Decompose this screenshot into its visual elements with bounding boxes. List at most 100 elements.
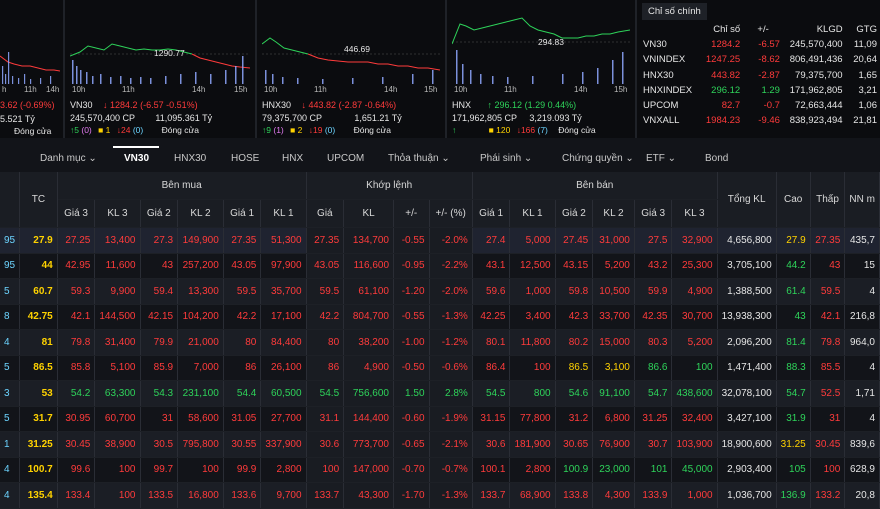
col-ask-vol-2[interactable]: KL 2 [592,199,635,228]
col-bid-price-3[interactable]: Giá 3 [57,199,96,228]
mini-change: (1.29 0.44%) [524,100,577,110]
col-ref[interactable]: TC [19,172,58,228]
tab-vn30[interactable]: VN30 [124,150,149,168]
symbol-cell[interactable]: 8 [0,304,21,330]
mini-chart-vnindex[interactable]: h 11h 14h 3.62 (-0.69%) 5.521 Tỷ Đóng cử… [0,0,62,138]
col-bid-vol-1[interactable]: KL 1 [260,199,307,228]
tab-etf[interactable]: ETF ⌄ [646,150,676,168]
cell-nn-m: 628,9 [844,457,880,483]
col-low[interactable]: Thấp [810,172,846,228]
index-row[interactable]: HNXINDEX 296.12 1.29 171,962,805 3,21 [640,83,880,98]
col-bid-vol-3[interactable]: KL 3 [94,199,141,228]
tab-negotiated[interactable]: Thỏa thuận ⌄ [388,150,450,168]
symbol-cell[interactable]: 95 [0,253,21,279]
mini-chart-hnx[interactable]: 294.83 10h 11h 14h 15h HNX ↑ 296.12 (1.2… [448,0,634,138]
cell-gi-: 59.5 [306,278,345,305]
cell-kl: 804,700 [343,304,394,330]
mini-decliners: ↓166 [516,125,536,135]
col-match-vol[interactable]: KL [343,199,394,228]
mini-chart-hnx30[interactable]: 446.69 10h 11h 14h 15h HNX30 ↓ 443.82 (-… [258,0,444,138]
col-change-pct[interactable]: +/- (%) [429,199,473,228]
tab-hnx[interactable]: HNX [282,150,303,168]
index-row[interactable]: UPCOM 82.7 -0.7 72,663,444 1,06 [640,98,880,113]
cell-cao: 44.2 [776,253,811,279]
tab-hnx30[interactable]: HNX30 [174,150,206,168]
table-row[interactable]: 3 53 54.2 63,300 54.3 231,100 54.4 60,500 54.5 75… [0,380,880,407]
price-board: TC Bên mua Khớp lệnh Bên bán Tổng KL Cao… [0,172,880,509]
cell-t-ng-kl: 13,938,300 [717,304,777,330]
cell-tc: 81 [19,329,58,356]
mini-chart-vn30[interactable]: 1290.77 10h 11h 14h 15h VN30 ↓ 1284.2 (-… [66,0,254,138]
index-row[interactable]: VN30 1284.2 -6.57 245,570,400 11,09 [640,37,880,52]
cell--: -1.2% [429,329,473,356]
symbol-cell[interactable]: 95 [0,227,21,254]
cell-gi-: 27.35 [306,227,345,254]
mini-name: HNX30 [262,100,292,110]
tab-main-indices[interactable]: Chỉ số chính [642,3,707,20]
symbol-cell[interactable]: 4 [0,329,21,356]
cell-cao: 31.25 [776,431,811,458]
table-row[interactable]: 95 27.9 27.25 13,400 27.3 149,900 27.35 51,300 2… [0,227,880,254]
table-row[interactable]: 5 60.7 59.3 9,900 59.4 13,300 59.5 35,700 59.5 61… [0,278,880,305]
col-ask-price-1[interactable]: Giá 1 [472,199,511,228]
table-row[interactable]: 4 135.4 133.4 100 133.5 16,800 133.6 9,700 133.7… [0,482,880,509]
tab-watchlist[interactable]: Danh mục ⌄ [40,150,97,168]
cell-kl-3: 100 [94,457,141,483]
table-row[interactable]: 1 31.25 30.45 38,900 30.5 795,800 30.55 337,900… [0,431,880,458]
col-change[interactable]: +/- [393,199,430,228]
symbol-cell[interactable]: 5 [0,355,21,381]
cell-gi-3: 85.8 [57,355,96,381]
symbol-cell[interactable]: 4 [0,482,21,509]
symbol-cell[interactable]: 1 [0,431,21,458]
col-bid-price-1[interactable]: Giá 1 [223,199,262,228]
cell-cao: 136.9 [776,482,811,509]
table-row[interactable]: 4 81 79.8 31,400 79.9 21,000 80 84,400 80 38,200-… [0,329,880,356]
col-ask-vol-1[interactable]: KL 1 [509,199,556,228]
mini-status: Đóng cửa [353,125,391,135]
symbol-cell[interactable]: 5 [0,406,21,432]
table-row[interactable]: 4 100.7 99.6 100 99.7 100 99.9 2,800 100 147,000-… [0,457,880,483]
cell--: -0.55 [393,227,430,254]
col-ask-price-3[interactable]: Giá 3 [634,199,673,228]
tab-warrants[interactable]: Chứng quyền ⌄ [562,150,634,168]
cell--: -1.00 [393,329,430,356]
symbol-cell[interactable]: 4 [0,457,21,483]
col-bid-price-2[interactable]: Giá 2 [140,199,179,228]
table-row[interactable]: 5 31.7 30.95 60,700 31 58,600 31.05 27,700 31.1 1… [0,406,880,432]
index-row[interactable]: VNXALL 1984.23 -9.46 838,923,494 21,81 [640,113,880,128]
col-ask-price-2[interactable]: Giá 2 [555,199,594,228]
cell-gi-: 42.2 [306,304,345,330]
cell--: 2.8% [429,380,473,407]
index-row[interactable]: HNX30 443.82 -2.87 79,375,700 1,65 [640,68,880,83]
tab-bond[interactable]: Bond [705,150,728,168]
tab-hose[interactable]: HOSE [231,150,259,168]
cell-kl-3: 100 [671,355,718,381]
table-row[interactable]: 95 44 42.95 11,600 43 257,200 43.05 97,900 43.05… [0,253,880,279]
index-row[interactable]: VNINDEX 1247.25 -8.62 806,491,436 20,64 [640,52,880,67]
col-total-volume[interactable]: Tổng KL [717,172,777,228]
symbol-cell[interactable]: 5 [0,278,21,305]
col-foreign[interactable]: NN m [844,172,880,228]
cell-kl-3: 63,300 [94,380,141,407]
group-sell: Bên bán [472,172,718,200]
cell-kl-1: 35,700 [260,278,307,305]
col-high[interactable]: Cao [776,172,811,228]
col-ask-vol-3[interactable]: KL 3 [671,199,718,228]
symbol-cell[interactable]: 3 [0,380,21,407]
table-row[interactable]: 5 86.5 85.8 5,100 85.9 7,000 86 26,100 86 4,900 -0… [0,355,880,381]
cell--: -2.2% [429,253,473,279]
index-table: Chỉ số +/- KLGD GTG VN30 1284.2 -6.57 24… [640,22,880,128]
cell-kl-1: 1,000 [509,278,556,305]
mini-peak: 446.69 [344,44,370,54]
tab-upcom[interactable]: UPCOM [327,150,364,168]
cell-kl-2: 100 [177,457,224,483]
cell-cao: 27.9 [776,227,811,254]
mini-unchanged: ■ 2 [290,125,303,135]
col-bid-vol-2[interactable]: KL 2 [177,199,224,228]
col-match-price[interactable]: Giá [306,199,345,228]
cell--: -0.50 [393,355,430,381]
table-row[interactable]: 8 42.75 42.1 144,500 42.15 104,200 42.2 17,100 4… [0,304,880,330]
tab-derivatives[interactable]: Phái sinh ⌄ [480,150,532,168]
cell-kl-2: 149,900 [177,227,224,254]
cell-gi-3: 80.3 [634,329,673,356]
